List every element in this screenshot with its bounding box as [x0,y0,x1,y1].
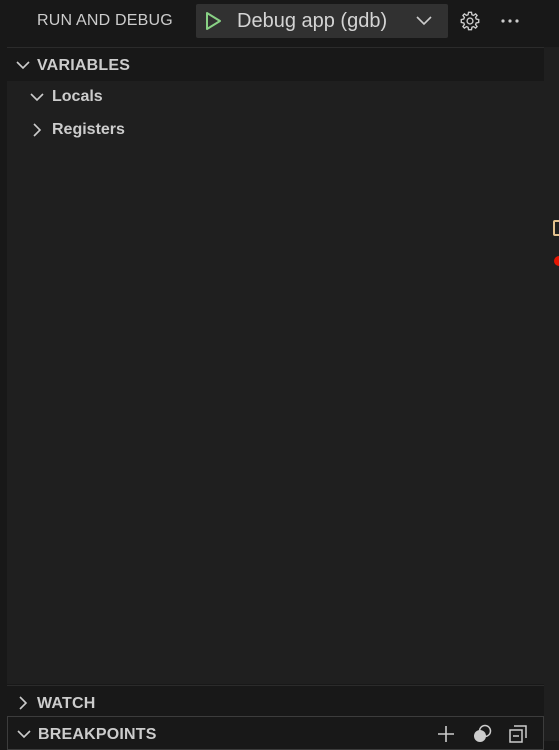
scope-registers[interactable]: Registers [7,114,544,146]
chevron-right-icon[interactable] [29,122,45,138]
breakpoint-icon[interactable] [554,256,559,266]
chevron-down-icon[interactable] [29,89,45,105]
variables-section-title: VARIABLES [37,57,131,74]
current-line-marker-icon [553,220,559,236]
editor-gutter [544,47,559,741]
watch-section-title: WATCH [37,695,96,712]
chevron-down-icon[interactable] [15,57,31,73]
run-and-debug-sidebar: RUN AND DEBUG Debug app (gdb) VARIABLES … [7,0,544,750]
editor-tab-strip [544,0,559,47]
chevron-right-icon[interactable] [15,695,31,711]
collapse-all-icon[interactable] [507,723,529,745]
variables-tree: Locals Registers [7,81,544,684]
chevron-down-icon[interactable] [415,12,433,30]
more-actions-icon[interactable] [499,10,521,32]
editor-gutter-edge [544,0,559,741]
gear-icon[interactable] [459,10,481,32]
debug-configuration-label[interactable]: Debug app (gdb) [237,10,387,33]
view-title: RUN AND DEBUG [37,12,173,29]
breakpoints-section-title: BREAKPOINTS [38,726,157,743]
chevron-down-icon[interactable] [16,726,32,742]
variables-section-header[interactable]: VARIABLES [7,47,544,82]
breakpoints-section-header[interactable]: BREAKPOINTS [7,716,544,750]
scope-label: Locals [52,88,103,105]
debug-toolbar-header: RUN AND DEBUG Debug app (gdb) [7,0,544,44]
toggle-breakpoints-icon[interactable] [471,723,493,745]
watch-section-header[interactable]: WATCH [7,685,544,720]
debug-configuration-select[interactable]: Debug app (gdb) [196,4,448,38]
scope-label: Registers [52,121,125,138]
play-icon[interactable] [204,11,222,31]
breakpoints-actions [435,723,529,745]
scope-locals[interactable]: Locals [7,81,544,113]
add-icon[interactable] [435,723,457,745]
